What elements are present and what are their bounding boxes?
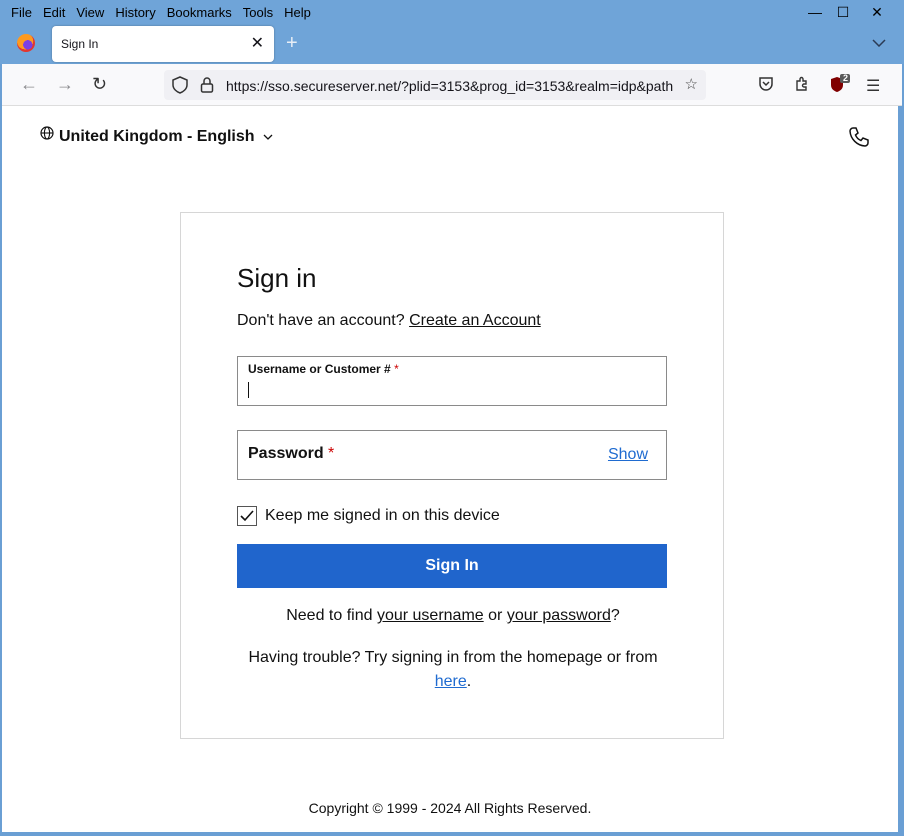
create-account-row: Don't have an account? Create an Account xyxy=(237,312,541,330)
menu-file[interactable]: File xyxy=(11,5,32,20)
url-text[interactable]: https://sso.secureserver.net/?plid=3153&… xyxy=(226,78,678,94)
forgot-suffix: ? xyxy=(610,607,620,624)
forgot-credentials-row: Need to find your username or your passw… xyxy=(181,607,725,625)
username-label: Username or Customer # * xyxy=(248,362,399,376)
keep-signed-in-checkbox[interactable] xyxy=(237,506,257,526)
find-username-link[interactable]: your username xyxy=(377,607,484,624)
find-password-link[interactable]: your password xyxy=(507,607,611,624)
create-account-link[interactable]: Create an Account xyxy=(409,312,541,329)
required-mark: * xyxy=(328,445,335,462)
app-menu-icon[interactable]: ☰ xyxy=(866,76,880,96)
sign-in-card: Sign in Don't have an account? Create an… xyxy=(180,212,724,739)
password-label: Password * xyxy=(248,445,335,462)
locale-selector[interactable]: United Kingdom - English xyxy=(40,125,273,146)
navigation-toolbar: ← → ↻ https://sso.secureserver.net/?plid… xyxy=(2,64,902,106)
keep-signed-in-label: Keep me signed in on this device xyxy=(265,507,500,524)
bookmark-star-icon[interactable]: ☆ xyxy=(685,75,698,93)
ublock-badge: 2 xyxy=(843,73,849,83)
forgot-prefix: Need to find xyxy=(286,607,373,624)
browser-window: File Edit View History Bookmarks Tools H… xyxy=(0,0,904,836)
trouble-message: Having trouble? Try signing in from the … xyxy=(248,649,658,666)
ublock-icon[interactable]: 2 xyxy=(830,73,850,99)
tab-title: Sign In xyxy=(61,37,99,51)
password-field[interactable]: Password * Show xyxy=(237,430,667,480)
tab-close-icon[interactable]: ✕ xyxy=(251,33,264,53)
firefox-logo-icon[interactable] xyxy=(17,34,35,52)
close-window-button[interactable]: ✕ xyxy=(860,0,894,24)
reload-icon[interactable]: ↻ xyxy=(92,74,107,95)
menu-bookmarks[interactable]: Bookmarks xyxy=(167,5,232,20)
trouble-text: Having trouble? Try signing in from the … xyxy=(221,646,685,694)
phone-icon[interactable] xyxy=(848,126,870,148)
chevron-down-icon xyxy=(263,131,273,143)
extensions-icon[interactable] xyxy=(794,76,810,97)
page-content: United Kingdom - English Sign in Don't h… xyxy=(2,106,898,832)
new-tab-button[interactable]: + xyxy=(286,32,298,55)
required-mark: * xyxy=(394,362,399,376)
menu-edit[interactable]: Edit xyxy=(43,5,65,20)
menu-help[interactable]: Help xyxy=(284,5,311,20)
menu-bar: File Edit View History Bookmarks Tools H… xyxy=(0,0,904,24)
forward-icon[interactable]: → xyxy=(56,74,74,95)
trouble-end: . xyxy=(466,673,472,690)
locale-label: United Kingdom - English xyxy=(59,128,255,145)
menu-tools[interactable]: Tools xyxy=(243,5,273,20)
menu-history[interactable]: History xyxy=(115,5,155,20)
forgot-or: or xyxy=(488,607,503,624)
maximize-button[interactable]: ☐ xyxy=(826,0,860,24)
globe-icon xyxy=(40,125,54,143)
menu-view[interactable]: View xyxy=(76,5,104,20)
pocket-icon[interactable] xyxy=(758,76,774,97)
show-password-button[interactable]: Show xyxy=(608,446,648,464)
here-link[interactable]: here xyxy=(435,673,467,690)
page-title: Sign in xyxy=(237,263,317,293)
url-bar[interactable]: https://sso.secureserver.net/?plid=3153&… xyxy=(164,70,706,100)
keep-signed-in-row[interactable]: Keep me signed in on this device xyxy=(237,506,500,526)
back-icon[interactable]: ← xyxy=(20,74,38,95)
text-caret xyxy=(248,382,249,398)
copyright-text: Copyright © 1999 - 2024 All Rights Reser… xyxy=(308,800,592,816)
lock-icon[interactable] xyxy=(200,76,214,98)
shield-icon[interactable] xyxy=(172,76,188,98)
sign-in-button[interactable]: Sign In xyxy=(237,544,667,588)
tab-strip: Sign In ✕ + xyxy=(0,24,904,64)
no-account-text: Don't have an account? xyxy=(237,312,405,329)
username-field[interactable]: Username or Customer # * xyxy=(237,356,667,406)
list-all-tabs-icon[interactable] xyxy=(872,34,886,50)
tab-sign-in[interactable]: Sign In ✕ xyxy=(52,26,274,62)
